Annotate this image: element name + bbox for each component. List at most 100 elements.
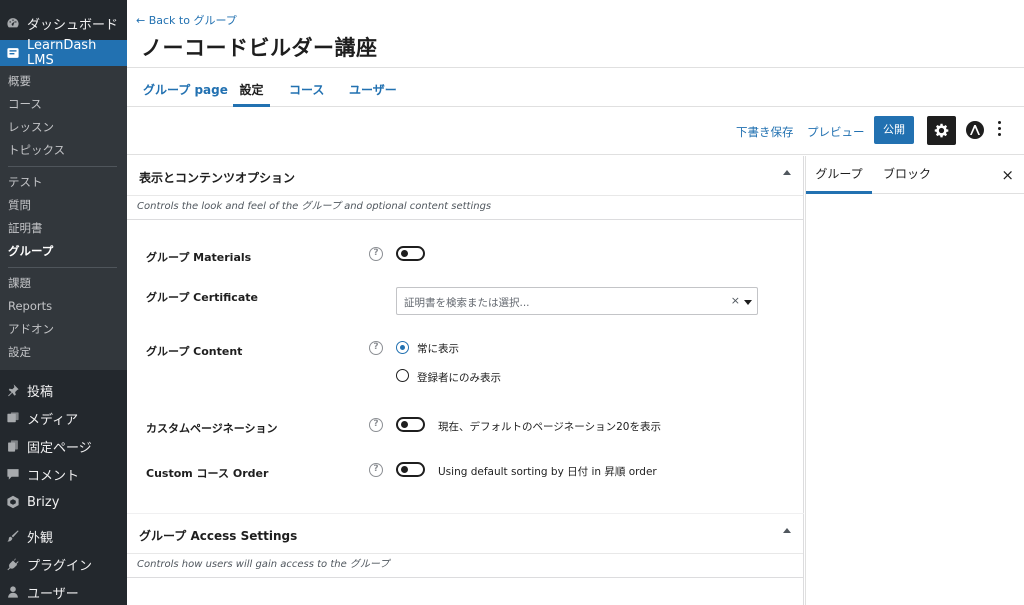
menu-pages[interactable]: 固定ページ <box>0 432 127 460</box>
display-content-panel: 表示とコンテンツオプション Controls the look and feel… <box>127 156 804 513</box>
certificate-label: グループ Certificate <box>146 291 258 304</box>
content-enrolled-radio[interactable] <box>396 369 409 382</box>
panel-title: 表示とコンテンツオプション <box>139 171 296 185</box>
settings-content: 表示とコンテンツオプション Controls the look and feel… <box>127 156 804 605</box>
pagination-label: カスタムページネーション <box>146 422 278 435</box>
more-dot-icon <box>997 121 1001 124</box>
collapse-caret-icon[interactable] <box>783 528 791 533</box>
access-settings-panel: グループ Access Settings Controls how users … <box>127 514 804 605</box>
astra-settings-button[interactable] <box>966 121 984 139</box>
menu-dashboard[interactable]: ダッシュボード <box>0 9 127 37</box>
preview-button[interactable]: プレビュー <box>807 124 865 140</box>
menu-appearance-label: 外観 <box>27 530 54 546</box>
menu-brizy[interactable]: Brizy <box>0 488 127 516</box>
menu-media-label: メディア <box>27 412 79 428</box>
content-always-label[interactable]: 常に表示 <box>417 341 459 356</box>
tab-group-page[interactable]: グループ page <box>143 69 228 107</box>
clear-icon[interactable]: × <box>731 294 740 307</box>
panel-header[interactable]: 表示とコンテンツオプション <box>127 156 803 196</box>
submenu-groups[interactable]: グループ <box>0 240 127 263</box>
help-icon[interactable]: ? <box>369 247 383 261</box>
menu-appearance[interactable]: 外観 <box>0 522 127 550</box>
content-always-radio[interactable] <box>396 341 409 354</box>
panel-title: グループ Access Settings <box>139 529 298 543</box>
submenu-divider <box>8 166 117 167</box>
menu-plugins[interactable]: プラグイン <box>0 550 127 578</box>
menu-pages-label: 固定ページ <box>27 440 92 456</box>
submenu-addons[interactable]: アドオン <box>0 318 127 341</box>
submenu-assignments[interactable]: 課題 <box>0 272 127 295</box>
menu-users-label: ユーザー <box>27 586 79 602</box>
panel-description: Controls the look and feel of the グループ a… <box>127 196 803 220</box>
help-icon[interactable]: ? <box>369 418 383 432</box>
menu-brizy-label: Brizy <box>27 494 60 510</box>
tab-courses[interactable]: コース <box>289 69 324 107</box>
pushpin-icon <box>8 384 19 397</box>
submenu-questions[interactable]: 質問 <box>0 194 127 217</box>
menu-users[interactable]: ユーザー <box>0 578 127 605</box>
editor-toolbar: 下書き保存 プレビュー 公開 <box>127 107 1024 155</box>
editor-header: ← Back to グループ ノーコードビルダー講座 <box>127 0 1024 68</box>
materials-label: グループ Materials <box>146 251 252 264</box>
submenu-lessons[interactable]: レッスン <box>0 116 127 139</box>
inspector-tabs: グループ ブロック × <box>806 156 1024 194</box>
user-icon <box>8 586 18 598</box>
help-icon[interactable]: ? <box>369 463 383 477</box>
certificate-select-placeholder: 証明書を検索または選択... <box>404 297 530 309</box>
inspector-tab-group[interactable]: グループ <box>806 156 872 194</box>
menu-media[interactable]: メディア <box>0 404 127 432</box>
more-dot-icon <box>997 133 1001 136</box>
course-order-status: Using default sorting by 日付 in 昇順 order <box>438 466 657 478</box>
plugin-icon <box>7 558 19 571</box>
menu-dashboard-label: ダッシュボード <box>27 17 119 33</box>
publish-button[interactable]: 公開 <box>874 116 914 144</box>
pagination-toggle[interactable] <box>396 417 425 432</box>
content-enrolled-label[interactable]: 登録者にのみ表示 <box>417 370 501 385</box>
menu-posts-label: 投稿 <box>27 384 54 400</box>
materials-toggle[interactable] <box>396 246 425 261</box>
back-to-groups-link[interactable]: ← Back to グループ <box>136 12 237 28</box>
course-order-toggle[interactable] <box>396 462 425 477</box>
submenu-quizzes[interactable]: テスト <box>0 171 127 194</box>
menu-posts[interactable]: 投稿 <box>0 376 127 404</box>
menu-learndash[interactable]: LearnDash LMS <box>0 38 127 68</box>
media-icon <box>7 412 19 423</box>
submenu-courses[interactable]: コース <box>0 93 127 116</box>
inspector-tab-block[interactable]: ブロック <box>883 156 931 194</box>
settings-sidebar: グループ ブロック × <box>805 156 1024 605</box>
astra-logo-icon <box>970 125 980 135</box>
learndash-icon <box>7 48 19 58</box>
gear-icon <box>934 123 949 138</box>
settings-toggle-button[interactable] <box>927 116 956 145</box>
more-options-button[interactable] <box>995 121 1003 141</box>
help-icon[interactable]: ? <box>369 341 383 355</box>
close-icon[interactable]: × <box>1001 166 1014 184</box>
chevron-down-icon[interactable] <box>744 300 752 305</box>
panel-description: Controls how users will gain access to t… <box>127 554 803 578</box>
dashboard-icon <box>7 18 19 28</box>
submenu-reports[interactable]: Reports <box>0 295 127 318</box>
learndash-submenu: 概要 コース レッスン トピックス テスト 質問 証明書 グループ 課題 Rep… <box>0 66 127 370</box>
submenu-certificates[interactable]: 証明書 <box>0 217 127 240</box>
comment-icon <box>7 469 19 480</box>
submenu-topics[interactable]: トピックス <box>0 139 127 162</box>
submenu-overview[interactable]: 概要 <box>0 70 127 93</box>
more-dot-icon <box>997 127 1001 130</box>
content-label: グループ Content <box>146 345 243 358</box>
menu-comments-label: コメント <box>27 468 80 484</box>
tab-users[interactable]: ユーザー <box>349 69 397 107</box>
tab-settings[interactable]: 設定 <box>233 69 270 107</box>
menu-plugins-label: プラグイン <box>27 558 93 574</box>
menu-comments[interactable]: コメント <box>0 460 127 488</box>
panel-header[interactable]: グループ Access Settings <box>127 514 803 554</box>
save-draft-button[interactable]: 下書き保存 <box>736 124 794 140</box>
collapse-caret-icon[interactable] <box>783 170 791 175</box>
menu-learndash-label: LearnDash LMS <box>27 38 97 68</box>
admin-sidebar: ダッシュボード LearnDash LMS 概要 コース レッスン トピックス … <box>0 0 127 605</box>
submenu-divider <box>8 267 117 268</box>
pagination-status: 現在、デフォルトのページネーション20を表示 <box>438 421 661 433</box>
submenu-settings[interactable]: 設定 <box>0 341 127 364</box>
editor-tabs: グループ page 設定 コース ユーザー <box>127 69 1024 107</box>
certificate-select[interactable]: 証明書を検索または選択... × <box>396 287 758 315</box>
page-title: ノーコードビルダー講座 <box>141 36 378 60</box>
